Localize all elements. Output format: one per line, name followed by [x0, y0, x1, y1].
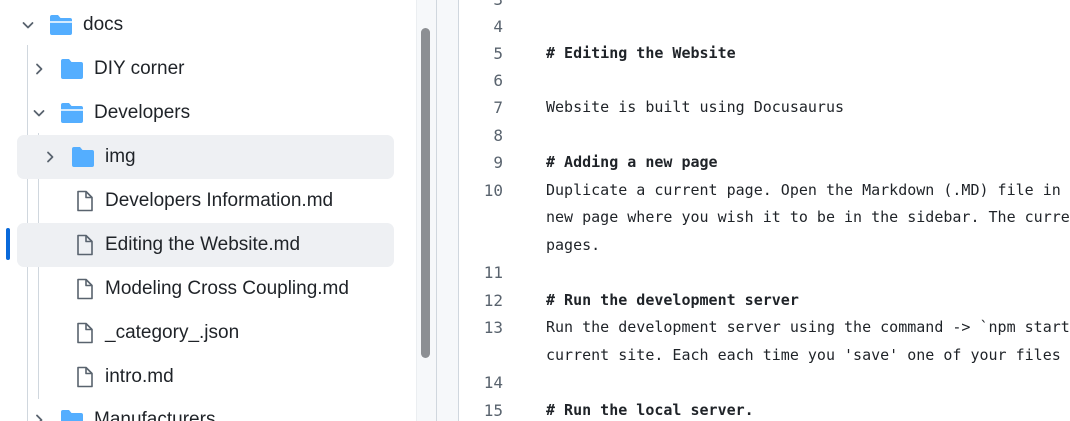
chevron-down-icon[interactable]: [20, 17, 36, 33]
line-number: 13: [483, 318, 503, 337]
code-line-wrap: new page where you wish it to be in the …: [546, 208, 1070, 226]
tree-item-label: intro.md: [105, 366, 174, 387]
tree-item-developers-information[interactable]: Developers Information.md: [0, 179, 400, 223]
file-icon: [77, 234, 93, 256]
tree-item-intro[interactable]: intro.md: [0, 355, 400, 399]
tree-item-editing-the-website[interactable]: Editing the Website.md: [17, 223, 394, 267]
tree-item-label: Developers: [94, 102, 191, 123]
selected-indicator: [6, 228, 10, 260]
tree-item-label: _category_.json: [105, 322, 240, 343]
folder-icon: [61, 59, 83, 79]
tree-item-label: img: [105, 146, 136, 167]
chevron-down-icon[interactable]: [31, 105, 47, 121]
tree-item-label: docs: [83, 14, 124, 35]
pane-gutter: [437, 0, 459, 421]
code-line: # Adding a new page: [546, 153, 718, 171]
line-number: 4: [493, 17, 503, 36]
code-line: # Run the development server: [546, 291, 799, 309]
line-number: 8: [493, 126, 503, 145]
line-number: 7: [493, 98, 503, 117]
chevron-right-icon[interactable]: [31, 61, 47, 77]
code-view[interactable]: 3 4 5 6 7 8 9 10 11 12 13 14 15 # Editin…: [459, 0, 1070, 421]
chevron-right-icon[interactable]: [42, 149, 58, 165]
folder-open-icon: [50, 15, 72, 35]
line-number: 3: [459, 0, 503, 13]
folder-open-icon: [61, 103, 83, 123]
tree-item-label: Developers Information.md: [105, 190, 334, 211]
tree-item-label: Editing the Website.md: [105, 234, 301, 255]
tree-item-img[interactable]: img: [17, 135, 394, 179]
code-line-wrap: pages.: [546, 236, 601, 254]
line-number: 9: [493, 153, 503, 172]
chevron-right-icon[interactable]: [31, 412, 47, 421]
code-line-wrap: current site. Each each time you 'save' …: [546, 346, 1061, 364]
line-number: 14: [483, 373, 503, 392]
tree-item-diy-corner[interactable]: DIY corner: [0, 47, 400, 91]
code-line: Run the development server using the com…: [546, 318, 1070, 336]
tree-item-docs[interactable]: docs: [0, 3, 400, 47]
tree-item-manufacturers[interactable]: Manufacturers: [0, 398, 400, 421]
line-number: 11: [483, 263, 503, 282]
line-number: 6: [493, 71, 503, 90]
line-number: 15: [483, 401, 503, 420]
code-line: Duplicate a current page. Open the Markd…: [546, 181, 1061, 199]
code-line: Website is built using Docusaurus: [546, 98, 845, 116]
code-line: # Editing the Website: [546, 44, 736, 62]
file-icon: [77, 190, 93, 212]
file-icon: [77, 278, 93, 300]
tree-scrollbar-thumb[interactable]: [421, 28, 430, 358]
tree-item-modeling-cross-coupling[interactable]: Modeling Cross Coupling.md: [0, 267, 400, 311]
tree-item-label: Modeling Cross Coupling.md: [105, 278, 349, 299]
line-number: 5: [493, 44, 503, 63]
tree-item-developers[interactable]: Developers: [0, 91, 400, 135]
line-number: 10: [483, 181, 503, 200]
file-icon: [77, 322, 93, 344]
code-line: # Run the local server.: [546, 401, 754, 419]
tree-item-label: Manufacturers: [94, 409, 216, 421]
line-number: 12: [483, 291, 503, 310]
tree-item-category-json[interactable]: _category_.json: [0, 311, 400, 355]
folder-icon: [72, 147, 94, 167]
file-tree: docs DIY corner Developers img Developer…: [0, 0, 436, 421]
tree-item-label: DIY corner: [94, 58, 185, 79]
file-icon: [77, 366, 93, 388]
folder-icon: [61, 410, 83, 421]
